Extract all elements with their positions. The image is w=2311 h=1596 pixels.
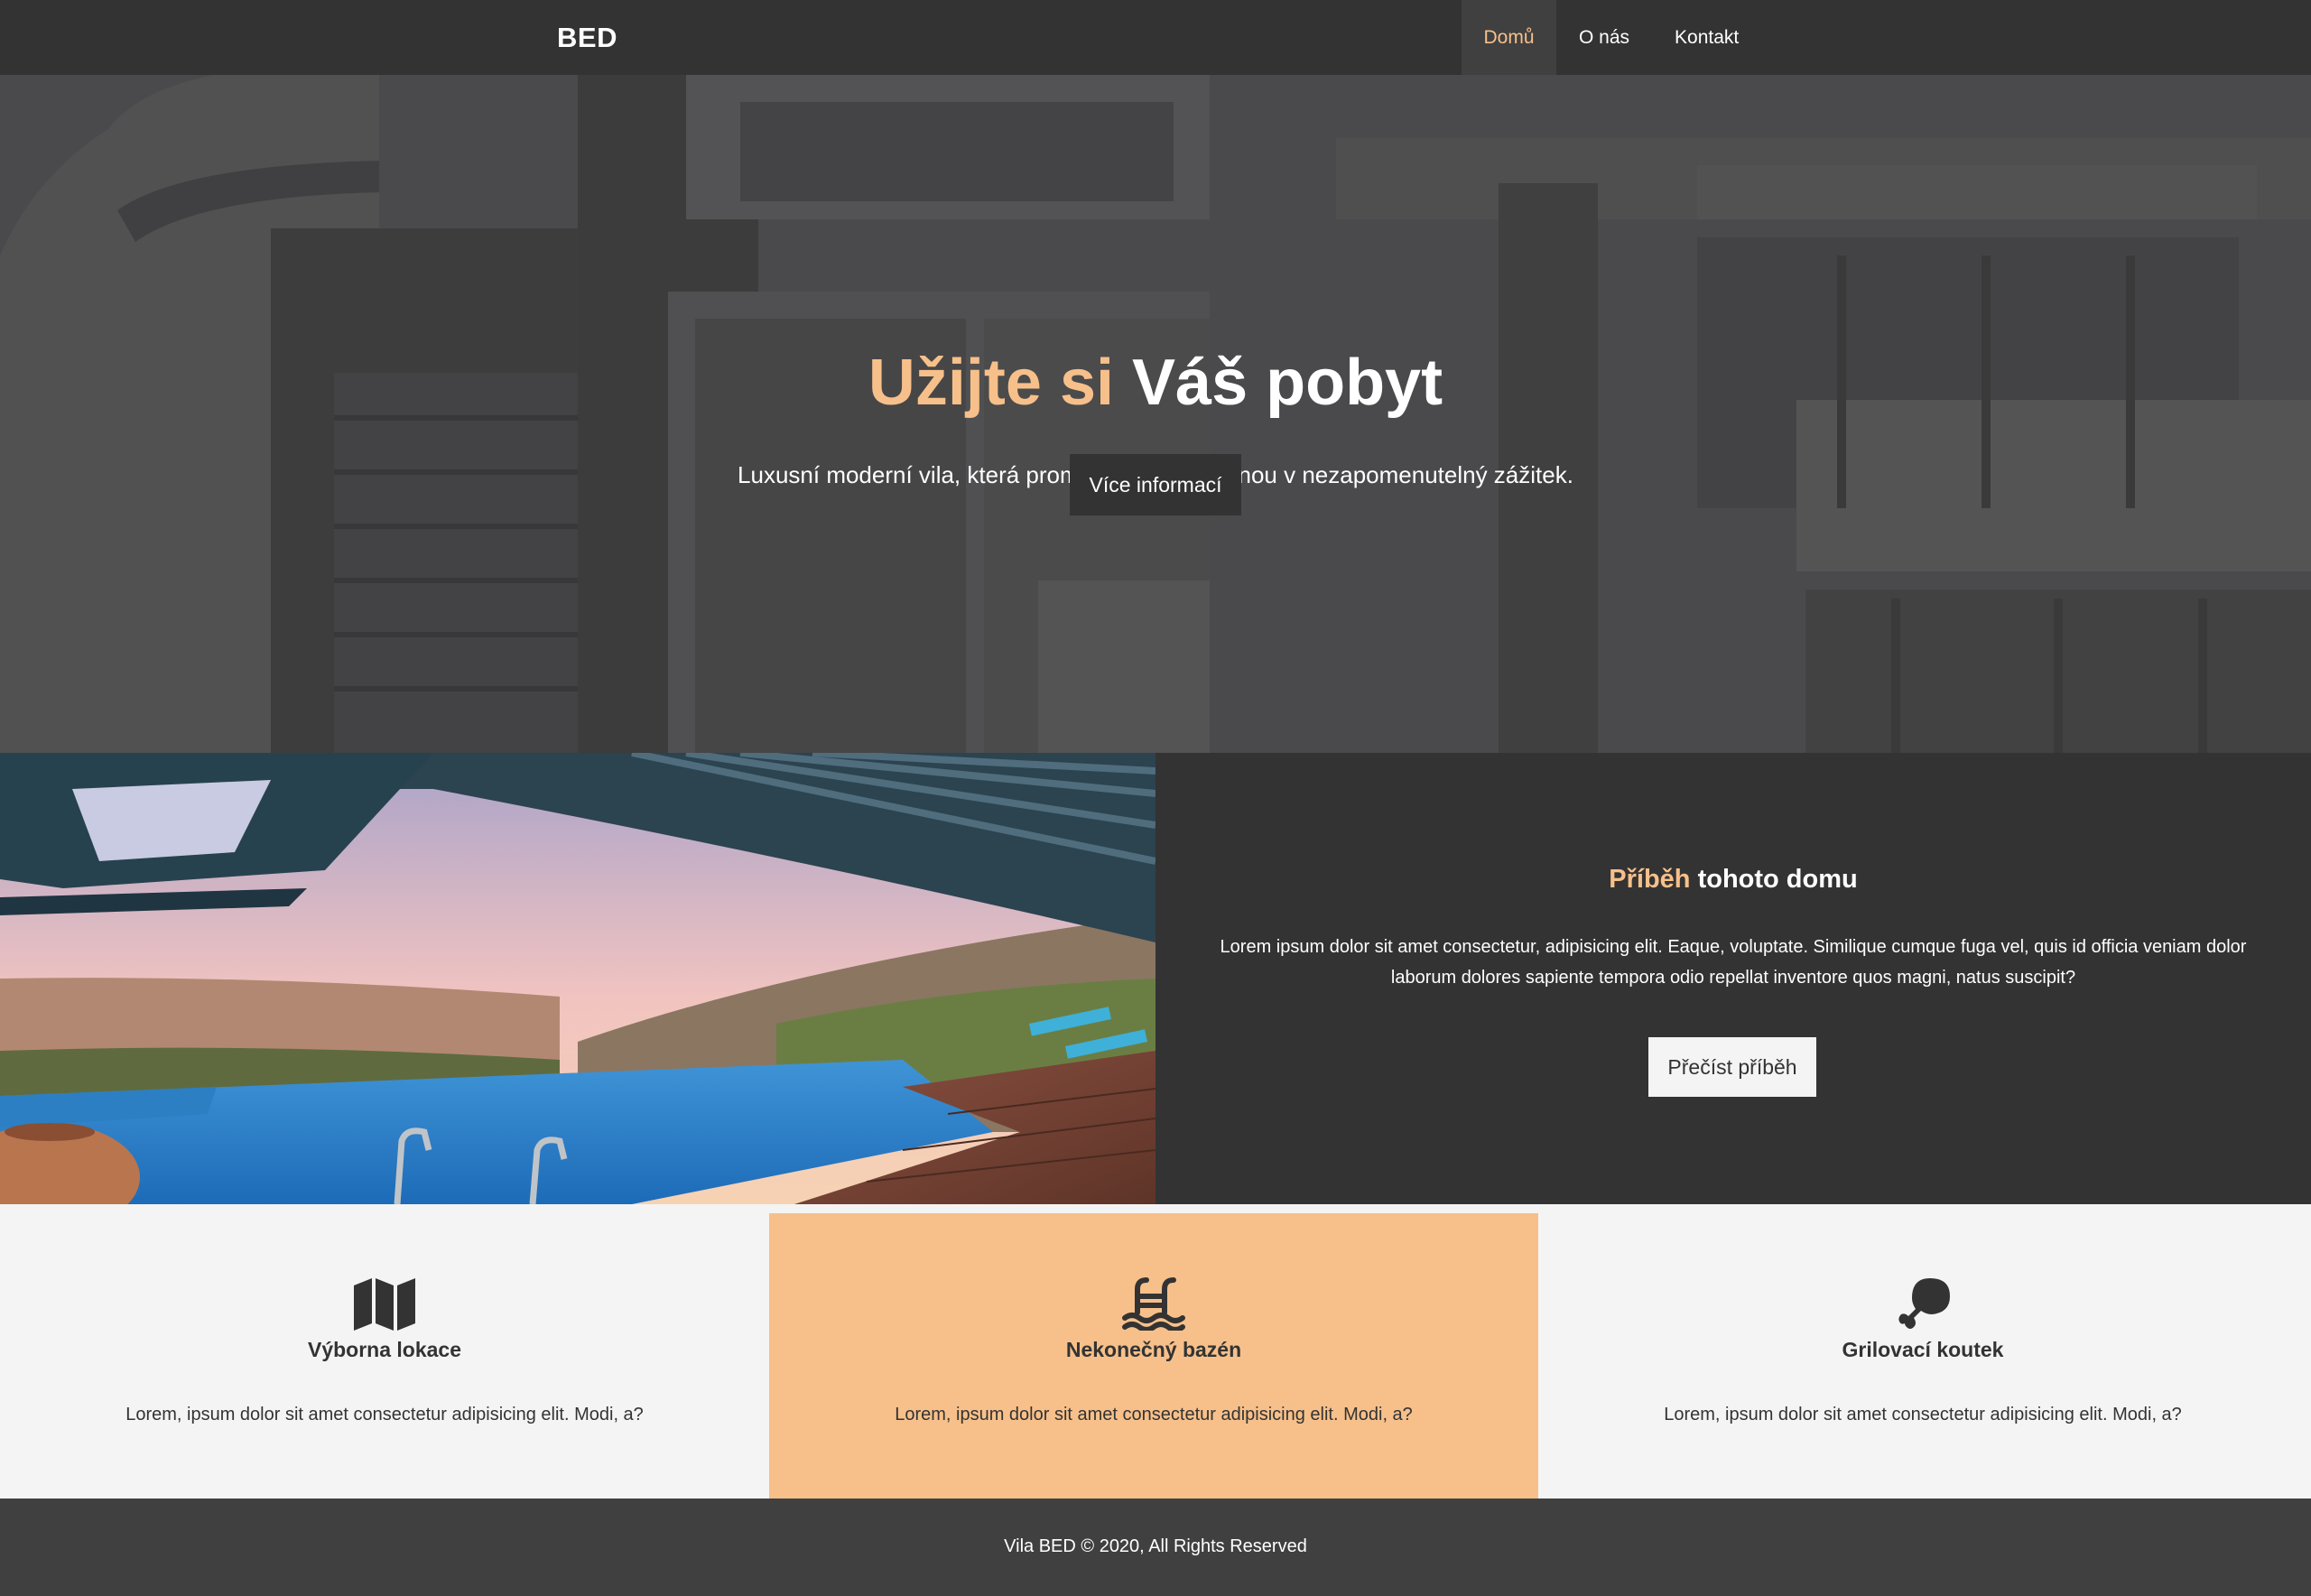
feature-card-grill: Grilovací koutek Lorem, ipsum dolor sit … (1538, 1213, 2307, 1499)
nav-link-contact[interactable]: Kontakt (1652, 0, 1761, 75)
nav-link-home[interactable]: Domů (1462, 0, 1556, 75)
story-title-rest: tohoto domu (1690, 865, 1858, 894)
pool-photo (0, 753, 1156, 1204)
story-text: Lorem ipsum dolor sit amet consectetur, … (1220, 937, 2247, 988)
feature-card-pool: Nekonečný bazén Lorem, ipsum dolor sit a… (769, 1213, 1538, 1499)
brand-logo[interactable]: BED (557, 22, 617, 54)
hero-title-rest: Váš pobyt (1114, 347, 1443, 419)
hero-title-accent: Užijte si (868, 347, 1114, 419)
features-section: Výborna lokace Lorem, ipsum dolor sit am… (0, 1204, 2311, 1499)
nav-links: Domů O nás Kontakt (1462, 0, 1761, 75)
page: BED Domů O nás Kontakt Užijte si Váš pob… (0, 0, 2311, 1596)
hero-section: Užijte si Váš pobyt Luxusní moderní vila… (0, 75, 2311, 753)
feature-text: Lorem, ipsum dolor sit amet consectetur … (125, 1405, 644, 1424)
map-icon (354, 1278, 415, 1331)
footer: Vila BED © 2020, All Rights Reserved (0, 1499, 2311, 1596)
feature-text: Lorem, ipsum dolor sit amet consectetur … (1664, 1405, 2182, 1424)
nav-link-about[interactable]: O nás (1556, 0, 1652, 75)
feature-title: Výborna lokace (307, 1338, 462, 1361)
feature-title: Nekonečný bazén (1065, 1338, 1242, 1361)
feature-text: Lorem, ipsum dolor sit amet consectetur … (895, 1405, 1413, 1424)
pool-icon (1122, 1277, 1185, 1331)
drumstick-icon (1898, 1278, 1950, 1329)
feature-card-location: Výborna lokace Lorem, ipsum dolor sit am… (0, 1213, 769, 1499)
story-section: Příběh tohoto domu Lorem ipsum dolor sit… (0, 753, 2311, 1204)
hero-title: Užijte si Váš pobyt (0, 346, 2311, 420)
story-title-accent: Příběh (1609, 865, 1691, 894)
feature-title: Grilovací koutek (1842, 1338, 2004, 1361)
read-story-button[interactable]: Přečíst příběh (1648, 1037, 1816, 1097)
more-info-button[interactable]: Více informací (1070, 454, 1241, 515)
navbar: BED Domů O nás Kontakt (0, 0, 2311, 75)
story-panel: Příběh tohoto domu Lorem ipsum dolor sit… (1156, 753, 2311, 1204)
story-title: Příběh tohoto domu (1156, 865, 2311, 895)
footer-copyright: Vila BED © 2020, All Rights Reserved (1004, 1536, 1307, 1556)
